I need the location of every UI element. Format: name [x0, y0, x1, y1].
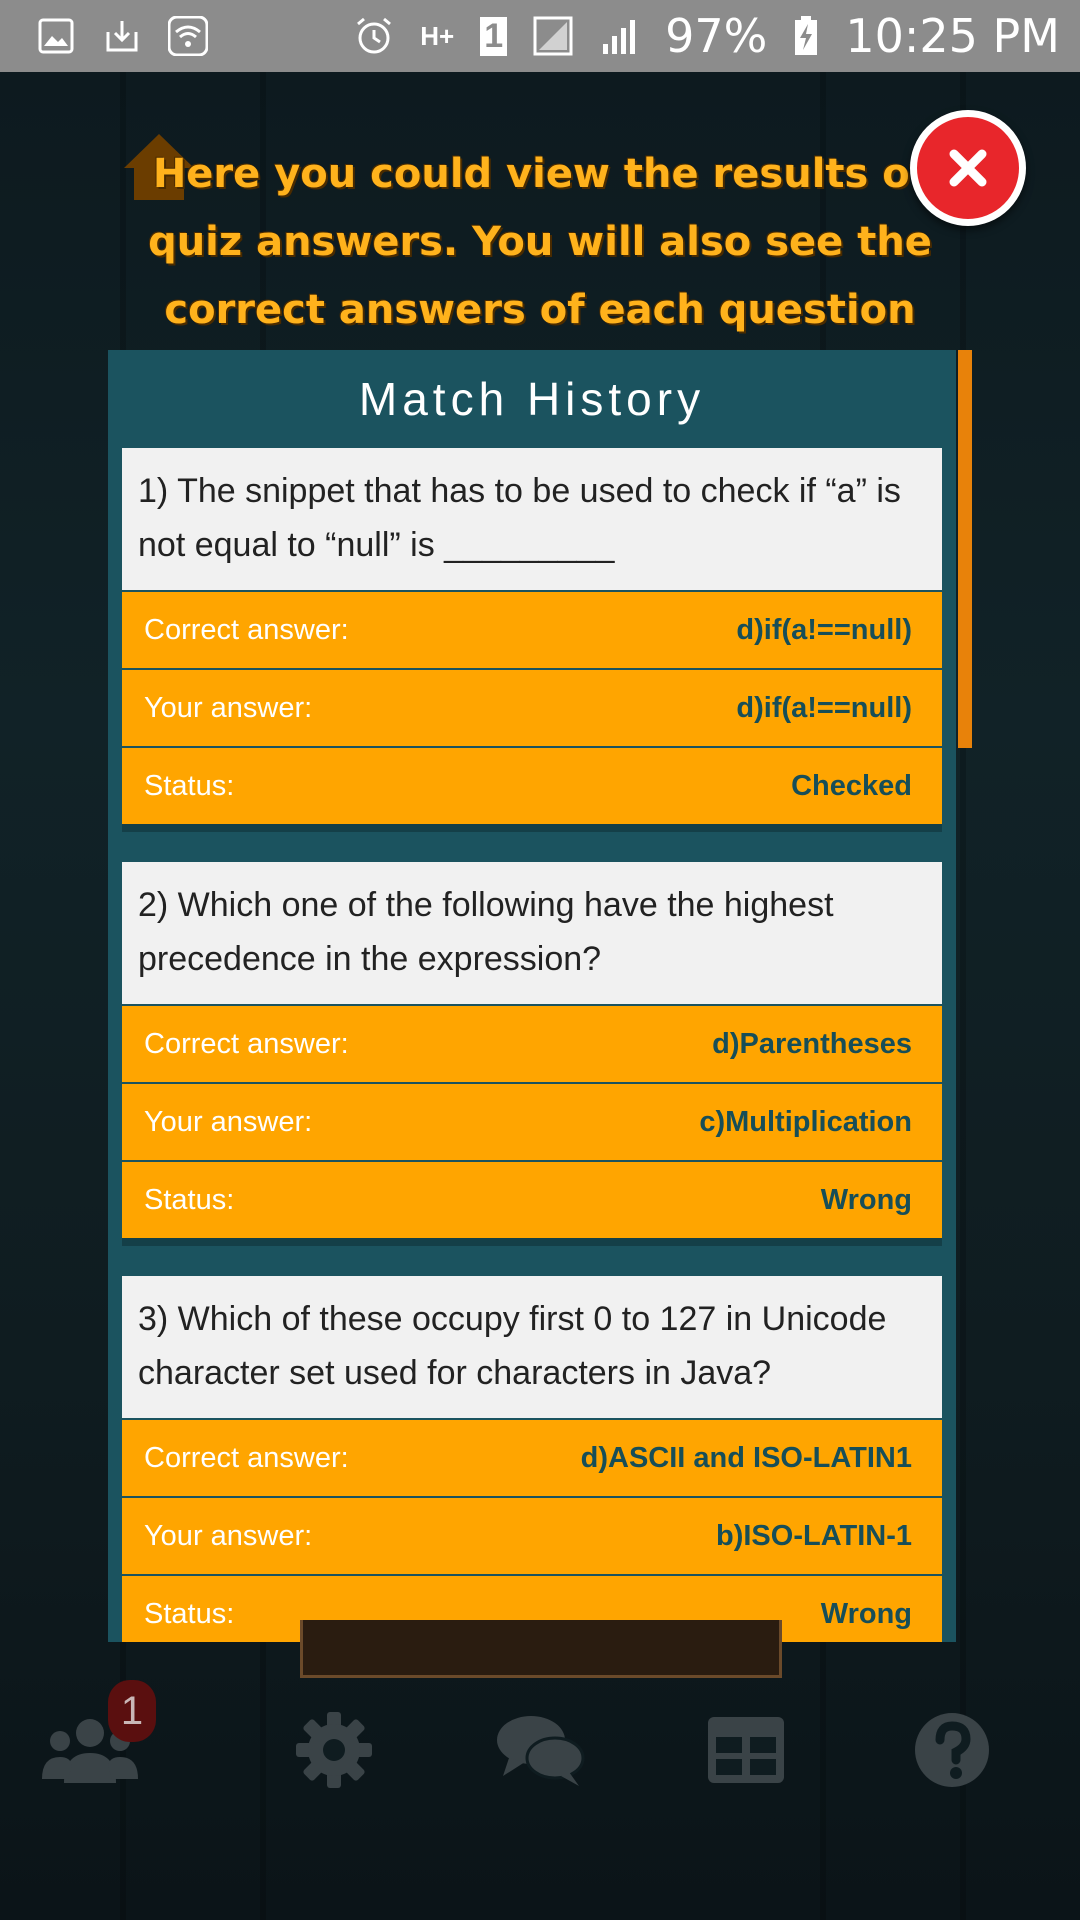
- bottom-navigation: [0, 1700, 1080, 1810]
- correct-answer-row: Correct answer: d)ASCII and ISO-LATIN1: [122, 1420, 942, 1496]
- help-icon: [915, 1713, 989, 1787]
- correct-answer-row: Correct answer: d)if(a!==null): [122, 592, 942, 668]
- question-text: 1) The snippet that has to be used to ch…: [122, 448, 942, 590]
- your-answer-label: Your answer:: [144, 1519, 313, 1552]
- alarm-icon: [354, 16, 394, 56]
- correct-answer-value: d)ASCII and ISO-LATIN1: [580, 1441, 912, 1474]
- your-answer-row: Your answer: b)ISO-LATIN-1: [122, 1498, 942, 1574]
- status-value: Checked: [791, 769, 912, 802]
- question-card: 3) Which of these occupy first 0 to 127 …: [122, 1276, 942, 1642]
- menu-button-background: [300, 1620, 782, 1678]
- your-answer-value: d)if(a!==null): [736, 691, 912, 724]
- download-icon: [102, 16, 142, 56]
- sim-indicator: 1: [480, 16, 508, 56]
- your-answer-label: Your answer:: [144, 691, 313, 724]
- leaderboard-icon: [708, 1717, 784, 1783]
- settings-icon: [296, 1712, 372, 1788]
- your-answer-value: b)ISO-LATIN-1: [716, 1519, 912, 1552]
- correct-answer-label: Correct answer:: [144, 1027, 349, 1060]
- image-icon: [36, 16, 76, 56]
- status-value: Wrong: [820, 1183, 912, 1216]
- match-history-panel[interactable]: Match History 1) The snippet that has to…: [108, 350, 956, 1642]
- status-row: Status: Checked: [122, 748, 942, 824]
- scrollbar-thumb[interactable]: [958, 350, 972, 748]
- help-button[interactable]: [902, 1700, 1002, 1800]
- status-value: Wrong: [820, 1597, 912, 1630]
- your-answer-row: Your answer: d)if(a!==null): [122, 670, 942, 746]
- status-label: Status:: [144, 1183, 235, 1216]
- leaderboard-button[interactable]: [696, 1700, 796, 1800]
- card-footer: [122, 1238, 942, 1246]
- your-answer-label: Your answer:: [144, 1105, 313, 1138]
- correct-answer-row: Correct answer: d)Parentheses: [122, 1006, 942, 1082]
- signal-icon: [599, 16, 639, 56]
- correct-answer-label: Correct answer:: [144, 613, 349, 646]
- question-card: 2) Which one of the following have the h…: [122, 862, 942, 1246]
- clock: 10:25 PM: [845, 9, 1060, 63]
- chat-icon: [497, 1716, 585, 1786]
- correct-answer-value: d)Parentheses: [712, 1027, 912, 1060]
- wifi-icon: [168, 16, 208, 56]
- question-text: 2) Which one of the following have the h…: [122, 862, 942, 1004]
- battery-charging-icon: [793, 16, 819, 56]
- status-bar: H+ 1 97% 10:25 PM: [0, 0, 1080, 72]
- your-answer-row: Your answer: c)Multiplication: [122, 1084, 942, 1160]
- status-row: Status: Wrong: [122, 1162, 942, 1238]
- panel-title: Match History: [358, 373, 706, 425]
- question-card: 1) The snippet that has to be used to ch…: [122, 448, 942, 832]
- signal-icon: [533, 16, 573, 56]
- settings-button[interactable]: [284, 1700, 384, 1800]
- correct-answer-value: d)if(a!==null): [736, 613, 912, 646]
- close-button[interactable]: [910, 110, 1026, 226]
- your-answer-value: c)Multiplication: [699, 1105, 912, 1138]
- chat-button[interactable]: [490, 1700, 590, 1800]
- status-label: Status:: [144, 1597, 235, 1630]
- status-label: Status:: [144, 769, 235, 802]
- battery-percent: 97%: [665, 9, 768, 63]
- question-text: 3) Which of these occupy first 0 to 127 …: [122, 1276, 942, 1418]
- notification-badge: 1: [108, 1680, 156, 1742]
- card-footer: [122, 824, 942, 832]
- correct-answer-label: Correct answer:: [144, 1441, 349, 1474]
- tutorial-message: Here you could view the results of quiz …: [148, 151, 932, 333]
- network-type: H+: [420, 20, 455, 51]
- close-icon: [949, 149, 987, 187]
